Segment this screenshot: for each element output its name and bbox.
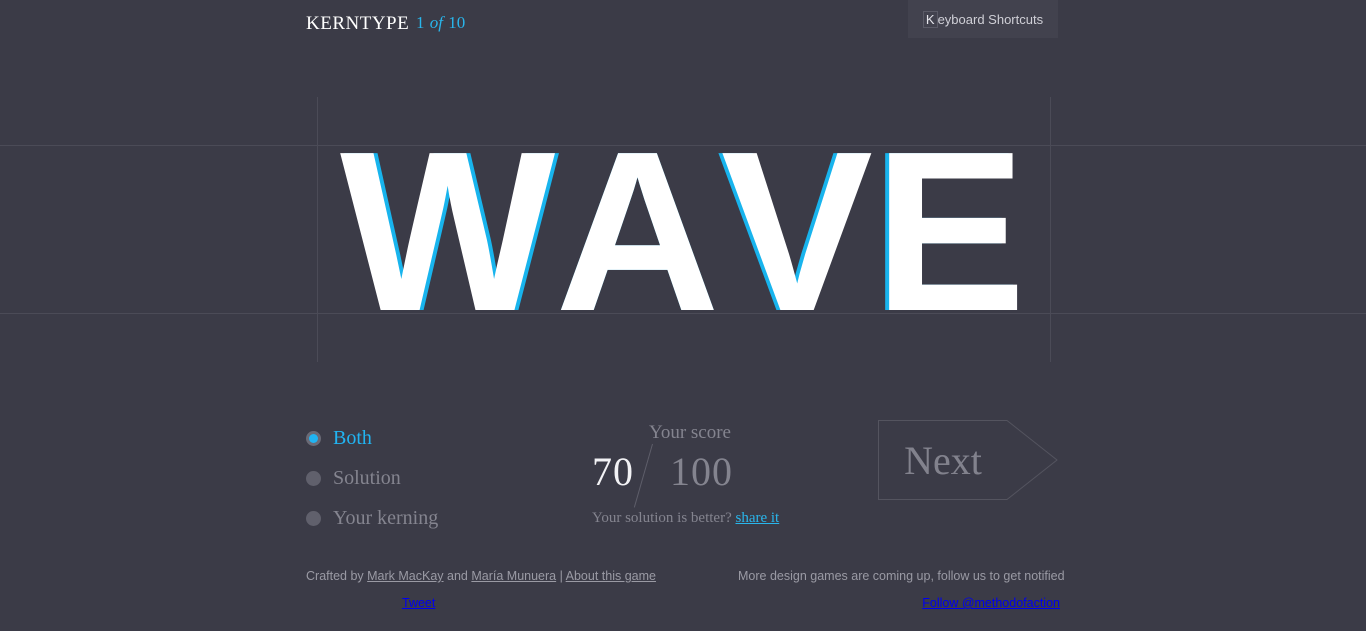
next-button[interactable]: Next [878, 420, 1058, 500]
credits-prefix: Crafted by [306, 569, 368, 583]
score-value: 70 [592, 449, 634, 494]
footer-credits: Crafted by Mark MacKay and María Munuera… [306, 569, 656, 583]
kerning-stage[interactable]: WAVE WAVE [0, 100, 1366, 365]
next-button-label: Next [904, 437, 982, 483]
radio-label-solution: Solution [333, 466, 401, 489]
radio-label-both: Both [333, 426, 372, 449]
score-total: 100 [670, 449, 733, 494]
score-values: 70 100 [592, 443, 842, 508]
radio-option-both[interactable]: Both [306, 418, 546, 458]
radio-label-your-kerning: Your kerning [333, 506, 439, 529]
keyboard-key-icon: K [922, 10, 938, 28]
footer-follow[interactable]: Follow @methodofaction [738, 596, 1060, 610]
credits-and: and [443, 569, 472, 583]
word-layers: WAVE WAVE [0, 100, 1366, 365]
score-separator-icon [633, 443, 653, 508]
radio-option-your-kerning[interactable]: Your kerning [306, 498, 546, 538]
author-one-link[interactable]: Mark MacKay [367, 569, 443, 583]
author-two-link[interactable]: María Munuera [471, 569, 556, 583]
level-total: 10 [448, 13, 466, 32]
score-panel: Your score 70 100 Your solution is bette… [592, 422, 842, 527]
radio-option-solution[interactable]: Solution [306, 458, 546, 498]
user-kerning-word[interactable]: WAVE [0, 100, 1366, 365]
share-prompt-text: Your solution is better? [592, 510, 732, 526]
about-game-link[interactable]: About this game [566, 569, 656, 583]
kerning-letter-v[interactable]: V [721, 100, 873, 365]
footer: Crafted by Mark MacKay and María Munuera… [0, 560, 1366, 631]
keyboard-shortcuts-label: eyboard Shortcuts [937, 11, 1044, 27]
keyboard-shortcuts-button[interactable]: Keyboard Shortcuts [908, 0, 1058, 38]
header-bar: KERNTYPE 1 of 10 Keyboard Shortcuts [0, 0, 1366, 48]
kerning-letter-a[interactable]: A [555, 100, 720, 365]
level-counter: 1 of 10 [416, 13, 465, 33]
radio-icon-your-kerning[interactable] [306, 510, 321, 526]
share-prompt: Your solution is better? share it [592, 510, 842, 527]
tweet-link[interactable]: Tweet [402, 596, 435, 610]
display-mode-radio-group: Both Solution Your kerning [306, 418, 546, 538]
tweet-button[interactable]: Tweet [402, 596, 435, 610]
follow-link[interactable]: Follow @methodofaction [922, 596, 1060, 610]
level-of-label: of [429, 13, 443, 32]
radio-icon-solution[interactable] [306, 470, 321, 486]
kerning-letter-w[interactable]: W [340, 100, 555, 365]
kerning-letter-e[interactable]: E [874, 100, 1026, 365]
page-title: KERNTYPE [306, 13, 410, 34]
credits-separator: | [556, 569, 566, 583]
share-it-link[interactable]: share it [735, 510, 779, 526]
footer-promo: More design games are coming up, follow … [738, 569, 1065, 583]
level-current: 1 [416, 13, 425, 32]
radio-icon-both[interactable] [306, 430, 321, 446]
score-title: Your score [649, 422, 731, 443]
